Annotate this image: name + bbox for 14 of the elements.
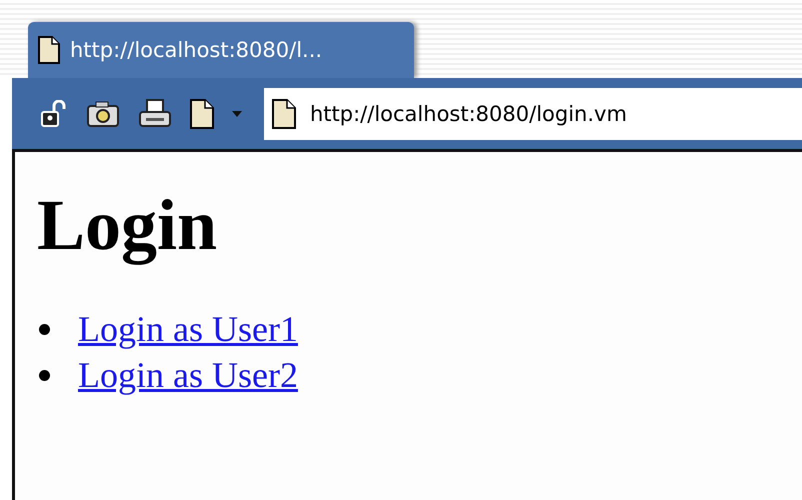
document-icon — [38, 36, 60, 64]
login-link[interactable]: Login as User2 — [78, 354, 298, 396]
login-link[interactable]: Login as User1 — [78, 308, 298, 350]
printer-icon[interactable] — [138, 98, 172, 130]
document-icon — [272, 98, 296, 128]
padlock-icon[interactable] — [40, 100, 68, 128]
browser-tab[interactable]: http://localhost:8080/l... — [28, 22, 414, 78]
bullet-icon — [39, 370, 50, 381]
dropdown-caret-icon[interactable] — [232, 110, 242, 116]
camera-icon[interactable] — [86, 100, 120, 128]
address-field[interactable]: http://localhost:8080/login.vm — [264, 88, 802, 140]
page-heading: Login — [37, 184, 218, 267]
document-icon[interactable] — [190, 98, 214, 128]
bullet-icon — [39, 324, 50, 335]
